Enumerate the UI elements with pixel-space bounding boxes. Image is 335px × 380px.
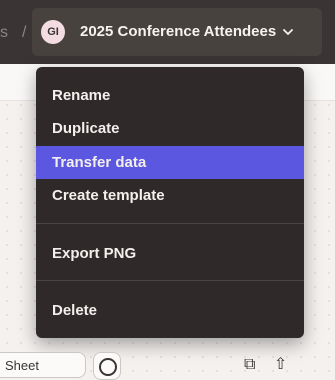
page-title: 2025 Conference Attendees [80, 23, 277, 40]
menu-divider [36, 280, 304, 281]
copy-icon[interactable]: ⧉ [244, 356, 255, 373]
toolbar-right-icons: ⧉ ⇧ [244, 354, 301, 374]
chevron-down-icon [283, 29, 293, 35]
bottom-toolbar: Sheet ⧉ ⇧ [0, 344, 335, 380]
circle-icon [99, 358, 117, 376]
breadcrumb-current-button[interactable]: GI 2025 Conference Attendees [32, 8, 322, 56]
menu-item-create-template[interactable]: Create template [36, 179, 304, 212]
menu-divider [36, 223, 304, 224]
avatar: GI [41, 20, 65, 44]
breadcrumb-separator: / [22, 24, 27, 41]
menu-item-duplicate[interactable]: Duplicate [36, 112, 304, 145]
sheet-tab[interactable]: Sheet [0, 352, 86, 378]
top-bar: s / GI 2025 Conference Attendees [0, 0, 335, 64]
sheet-tab-label: Sheet [5, 358, 39, 373]
up-arrow-icon[interactable]: ⇧ [274, 356, 287, 373]
circle-button[interactable] [93, 352, 121, 380]
menu-item-delete[interactable]: Delete [36, 294, 304, 327]
context-menu: Rename Duplicate Transfer data Create te… [36, 67, 304, 338]
breadcrumb-previous[interactable]: s [0, 24, 8, 42]
menu-item-export-png[interactable]: Export PNG [36, 237, 304, 270]
menu-item-rename[interactable]: Rename [36, 79, 304, 112]
menu-item-transfer-data[interactable]: Transfer data [36, 146, 304, 179]
